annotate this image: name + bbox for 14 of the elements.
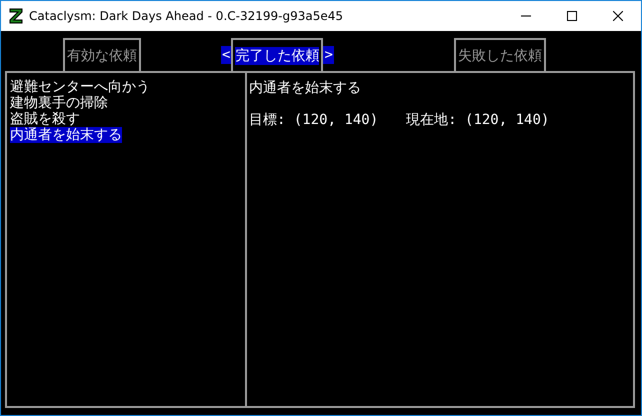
quest-item[interactable]: 建物裏手の掃除 [10,95,108,111]
quest-item[interactable]: 盗賊を殺す [10,111,80,127]
tab[interactable]: 失敗した依頼 [454,38,546,71]
quest-title: 内通者を始末する [249,79,361,97]
close-icon[interactable] [613,11,623,21]
tab[interactable]: 完了した依頼 [231,38,324,71]
current-coordinates: 現在地: (120, 140) [406,111,550,129]
quest-item[interactable]: 避難センターへ向かう [10,79,150,95]
maximize-icon[interactable] [567,11,577,21]
target-coordinates: 目標: (120, 140) [249,111,378,129]
app-logo-icon [9,8,23,24]
tab[interactable]: 有効な依頼 [63,38,141,71]
window-title: Cataclysm: Dark Days Ahead - 0.C-32199-g93a5e45 [29,9,344,23]
quest-item[interactable]: 内通者を始末する [10,127,122,143]
